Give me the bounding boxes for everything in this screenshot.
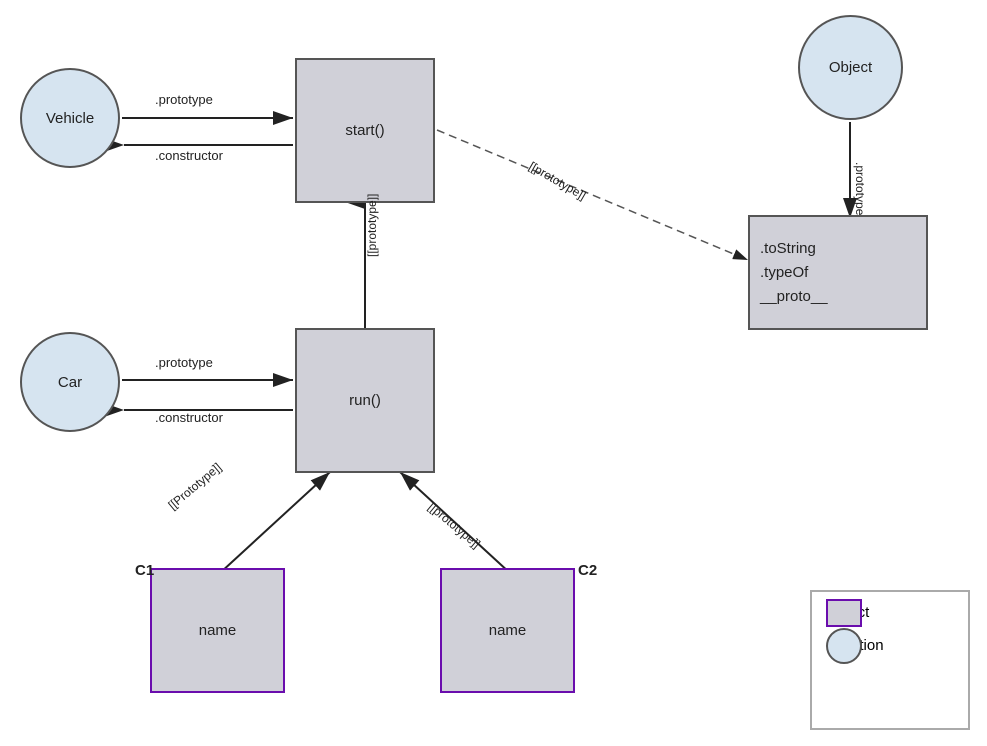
legend-function: Function bbox=[826, 637, 954, 654]
c1-label: name bbox=[199, 622, 237, 639]
label-prototype-car: .prototype bbox=[155, 355, 213, 370]
vehicle-node: Vehicle bbox=[20, 68, 120, 168]
legend-container: Object Function bbox=[810, 590, 970, 730]
c2-node: name bbox=[440, 568, 575, 693]
label-proto-start-obj: [[prototype]] bbox=[527, 159, 589, 203]
c2-label: name bbox=[489, 622, 527, 639]
car-label: Car bbox=[58, 374, 82, 391]
object-circle-node: Object bbox=[798, 15, 903, 120]
run-label: run() bbox=[349, 392, 381, 409]
start-node: start() bbox=[295, 58, 435, 203]
object-rect-tostring: .toString bbox=[760, 237, 816, 261]
label-prototype-object: .prototype bbox=[853, 162, 867, 215]
label-proto-c2-run: [[prototype]] bbox=[426, 500, 484, 551]
label-constructor-vehicle: .constructor bbox=[155, 148, 223, 163]
label-proto-start-run: [[prototype]] bbox=[365, 194, 379, 257]
car-node: Car bbox=[20, 332, 120, 432]
label-c2: C2 bbox=[578, 562, 597, 579]
c1-node: name bbox=[150, 568, 285, 693]
diagram-container: Vehicle Car start() run() name name Obje… bbox=[0, 0, 987, 746]
object-rect-proto: __proto__ bbox=[760, 285, 828, 309]
object-rect-typeof: .typeOf bbox=[760, 261, 808, 285]
legend-object: Object bbox=[826, 604, 954, 621]
start-label: start() bbox=[345, 122, 384, 139]
vehicle-label: Vehicle bbox=[46, 110, 94, 127]
label-constructor-car: .constructor bbox=[155, 410, 223, 425]
object-rect-node: .toString .typeOf __proto__ bbox=[748, 215, 928, 330]
label-c1: C1 bbox=[135, 562, 154, 579]
label-prototype-vehicle: .prototype bbox=[155, 92, 213, 107]
legend-object-rect bbox=[826, 599, 862, 627]
label-proto-c1-run: [[Prototype]] bbox=[166, 460, 225, 512]
legend-function-circle bbox=[826, 628, 862, 664]
object-circle-label: Object bbox=[829, 59, 872, 76]
run-node: run() bbox=[295, 328, 435, 473]
